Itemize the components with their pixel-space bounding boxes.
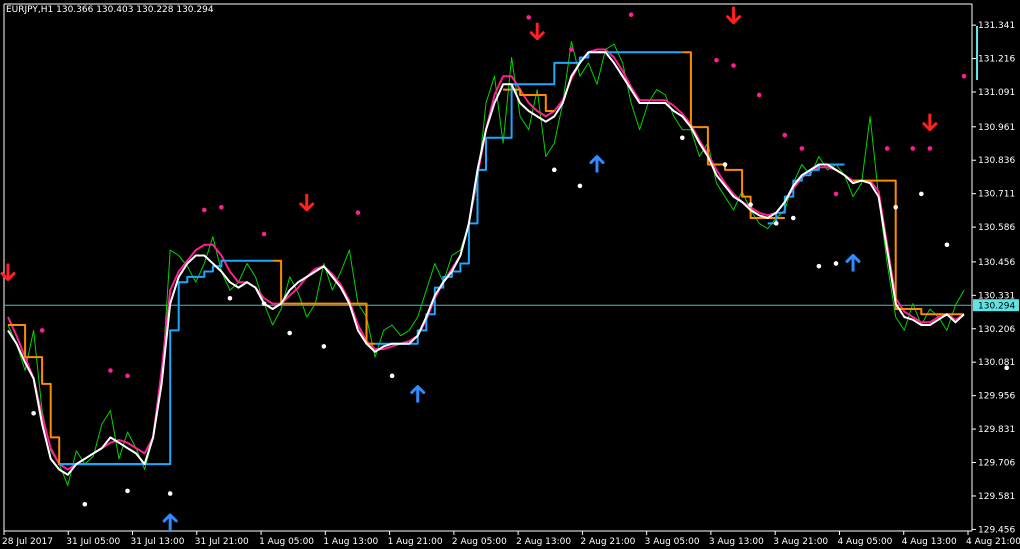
y-tick-label: 129.581	[978, 492, 1015, 502]
dot-upper	[125, 373, 130, 379]
sell-arrow-icon	[299, 193, 315, 212]
x-tick-label: 3 Aug 05:00	[645, 537, 700, 547]
buy-arrow-icon	[589, 155, 605, 173]
dot-upper	[884, 146, 890, 151]
dot-upper	[355, 210, 361, 215]
buy-arrow-icon	[162, 513, 178, 531]
x-tick-label: 1 Aug 21:00	[388, 537, 443, 547]
buy-arrow-icon	[845, 253, 861, 272]
dot-upper	[756, 92, 762, 98]
y-tick-label: 129.831	[978, 425, 1015, 435]
series-step-up	[59, 51, 845, 466]
dot-lower	[389, 373, 395, 379]
dot-lower	[833, 261, 839, 266]
x-tick-label: 4 Aug 13:00	[902, 537, 957, 547]
dot-upper	[833, 191, 839, 197]
sell-arrow-icon	[726, 6, 742, 25]
dot-lower	[577, 183, 583, 189]
dot-upper	[202, 207, 207, 213]
current-price-label: 130.294	[978, 302, 1015, 312]
dot-lower	[893, 205, 899, 210]
y-tick-label: 130.961	[978, 123, 1015, 133]
series-mid	[7, 48, 965, 471]
x-tick-label: 28 Jul 2017	[2, 537, 53, 547]
y-tick-label: 130.206	[978, 325, 1015, 335]
dot-lower	[167, 491, 173, 496]
y-tick-label: 130.711	[978, 190, 1015, 200]
dot-lower	[227, 295, 233, 301]
sell-arrow-icon	[922, 113, 938, 132]
dot-lower	[551, 167, 557, 173]
dot-lower	[321, 344, 327, 349]
dot-upper	[714, 57, 719, 63]
buy-arrow-icon	[410, 385, 426, 403]
dot-upper	[731, 63, 736, 68]
x-tick-label: 2 Aug 05:00	[452, 537, 507, 547]
chart-title: EURJPY,H1 130.366 130.403 130.228 130.29…	[6, 5, 214, 15]
y-tick-label: 131.091	[978, 88, 1015, 98]
x-tick-label: 31 Jul 21:00	[195, 537, 249, 547]
dot-lower	[790, 215, 796, 221]
dot-lower	[748, 202, 753, 207]
y-tick-label: 129.956	[978, 392, 1015, 402]
dot-lower	[125, 488, 130, 494]
y-tick-label: 131.341	[978, 21, 1015, 31]
dot-upper	[961, 73, 967, 79]
dot-upper	[219, 205, 224, 210]
x-tick-label: 31 Jul 13:00	[131, 537, 185, 547]
dot-lower	[82, 501, 88, 507]
x-tick-label: 31 Jul 05:00	[66, 537, 120, 547]
y-tick-label: 130.586	[978, 223, 1015, 233]
x-tick-label: 3 Aug 13:00	[709, 537, 764, 547]
dot-lower	[680, 135, 685, 141]
scale-marker	[976, 26, 978, 80]
dot-upper	[910, 146, 916, 151]
x-tick-label: 2 Aug 21:00	[580, 537, 635, 547]
price-chart[interactable]: EURJPY,H1 130.366 130.403 130.228 130.29…	[0, 0, 1020, 549]
dot-lower	[31, 410, 36, 416]
series-layer	[7, 41, 965, 486]
y-tick-label: 130.456	[978, 258, 1015, 268]
y-tick-label: 129.706	[978, 459, 1015, 469]
dot-upper	[927, 146, 933, 151]
y-tick-label: 130.081	[978, 358, 1015, 368]
dot-upper	[526, 15, 531, 20]
x-tick-label: 4 Aug 05:00	[837, 537, 892, 547]
y-tick-label: 130.836	[978, 156, 1015, 166]
series-fast	[7, 51, 965, 476]
x-tick-label: 1 Aug 05:00	[259, 537, 314, 547]
dot-upper	[628, 12, 634, 18]
dot-lower	[919, 191, 924, 197]
sell-arrow-icon	[529, 22, 545, 41]
dot-upper	[108, 368, 113, 373]
y-tick-label: 131.216	[978, 55, 1015, 65]
dot-lower	[816, 263, 822, 269]
dot-upper	[569, 47, 574, 52]
x-tick-label: 3 Aug 21:00	[773, 537, 828, 547]
dot-upper	[799, 146, 805, 151]
series-price	[7, 41, 965, 486]
dot-upper	[261, 231, 267, 237]
dot-lower	[287, 330, 292, 336]
dot-upper	[39, 328, 45, 333]
marks-layer	[0, 6, 1009, 531]
y-tick-label: 129.456	[978, 525, 1015, 535]
x-tick-label: 1 Aug 13:00	[323, 537, 378, 547]
dot-lower	[944, 242, 950, 248]
dot-lower	[261, 301, 267, 306]
dot-lower	[722, 162, 728, 167]
series-step-down	[8, 51, 964, 466]
dot-lower	[773, 221, 779, 226]
x-tick-label: 2 Aug 13:00	[516, 537, 571, 547]
x-tick-label: 4 Aug 21:00	[966, 537, 1020, 547]
dot-upper	[782, 132, 788, 138]
